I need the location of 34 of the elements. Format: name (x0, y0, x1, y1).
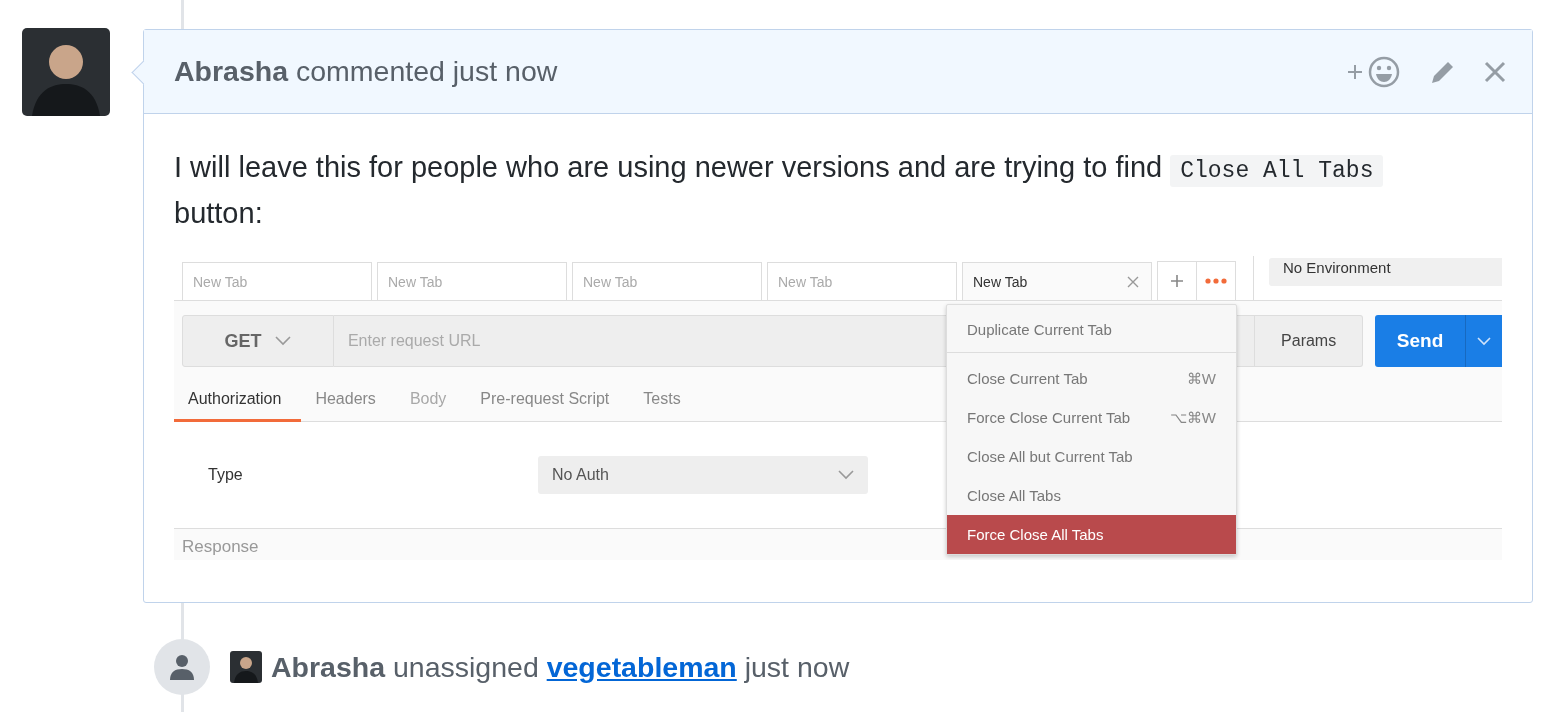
chevron-down-icon (838, 470, 854, 480)
send-options-button[interactable] (1465, 315, 1502, 367)
plus-icon (1171, 275, 1183, 287)
menu-item[interactable]: Close All Tabs (947, 476, 1236, 515)
menu-item[interactable]: Force Close All Tabs (947, 515, 1236, 554)
chevron-down-icon (275, 336, 292, 346)
request-section-tab[interactable]: Pre-request Script (466, 378, 630, 422)
request-section-tab[interactable]: Tests (629, 378, 701, 422)
request-section-tab[interactable]: Headers (301, 378, 396, 422)
close-icon[interactable] (1127, 275, 1139, 288)
type-label: Type (208, 466, 244, 484)
response-label: Response (182, 537, 259, 556)
add-reaction-icon[interactable] (1346, 55, 1402, 88)
close-icon[interactable] (1484, 60, 1506, 83)
auth-type-select[interactable]: No Auth (538, 456, 868, 494)
comment-text: I will leave this for people who are using newer versions and are trying to find Close All Tabs button: (174, 146, 1502, 234)
person-icon (170, 654, 194, 680)
environment-select[interactable]: No Environment (1269, 258, 1502, 286)
request-tab[interactable]: New Tab (767, 262, 957, 300)
params-button[interactable]: Params (1255, 315, 1364, 367)
event-text: Abrasha unassigned vegetableman just now (271, 650, 850, 684)
avatar (230, 651, 262, 683)
chevron-down-icon (1477, 336, 1491, 346)
request-tab[interactable]: New Tab (377, 262, 567, 300)
request-tab[interactable]: New Tab (962, 262, 1152, 300)
menu-item[interactable]: Close All but Current Tab (947, 437, 1236, 476)
request-tab[interactable]: New Tab (182, 262, 372, 300)
send-button[interactable]: Send (1375, 315, 1465, 367)
more-icon (1205, 278, 1227, 284)
method-select[interactable]: GET (182, 315, 334, 367)
comment-header-text: Abrasha commented just now (174, 55, 558, 88)
user-link[interactable]: vegetableman (546, 650, 737, 683)
request-tab[interactable]: New Tab (572, 262, 762, 300)
menu-item[interactable]: Force Close Current Tab ⌥⌘W (947, 398, 1236, 437)
